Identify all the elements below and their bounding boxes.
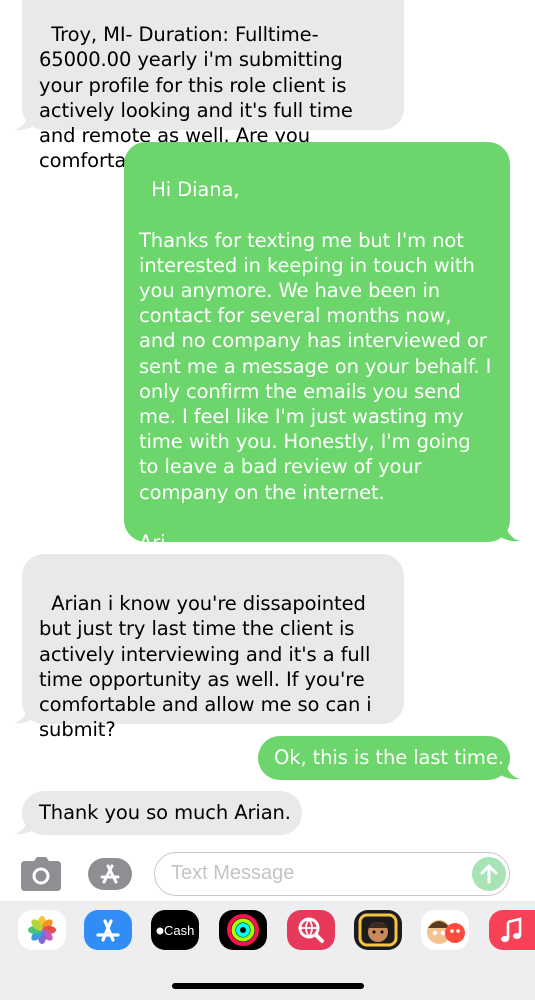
- message-bubble-incoming[interactable]: Arian i know you're dissapointed but jus…: [22, 554, 404, 741]
- music-note-icon: [501, 917, 522, 942]
- message-text: Hi Diana, Thanks for texting me but I'm …: [139, 178, 492, 555]
- message-bubble-outgoing[interactable]: Hi Diana, Thanks for texting me but I'm …: [124, 142, 510, 554]
- web-search-app-icon[interactable]: [287, 910, 335, 950]
- send-button[interactable]: [472, 857, 506, 891]
- arrow-up-icon: [480, 864, 498, 884]
- photos-app-icon[interactable]: [18, 910, 66, 950]
- apple-cash-app-icon[interactable]: Cash: [151, 910, 199, 950]
- home-indicator[interactable]: [172, 983, 364, 989]
- message-bubble-incoming[interactable]: Troy, MI- Duration: Fulltime- 65000.00 y…: [22, 0, 404, 172]
- app-store-icon[interactable]: [86, 857, 134, 891]
- bubble-tail: [498, 759, 520, 780]
- message-input[interactable]: Text Message: [154, 852, 510, 896]
- message-input-placeholder: Text Message: [171, 862, 295, 884]
- activity-app-icon[interactable]: [219, 910, 267, 950]
- memoji-app-icon[interactable]: [354, 910, 402, 950]
- message-text: Thank you so much Arian.: [39, 801, 291, 824]
- camera-icon[interactable]: [21, 857, 61, 891]
- message-text: Arian i know you're dissapointed but jus…: [39, 592, 378, 742]
- message-bubble-incoming[interactable]: Thank you so much Arian.: [22, 791, 302, 835]
- app-store-app-icon[interactable]: [84, 910, 132, 950]
- music-app-icon[interactable]: [489, 910, 535, 950]
- bubble-tail: [14, 110, 36, 131]
- memoji-stickers-app-icon[interactable]: [421, 910, 469, 950]
- bubble-tail: [14, 703, 36, 724]
- bubble-tail: [498, 521, 520, 542]
- message-bubble-outgoing[interactable]: Ok, this is the last time.: [258, 736, 510, 780]
- bubble-tail: [14, 814, 36, 835]
- message-text: Ok, this is the last time.: [274, 746, 504, 769]
- svg-text:Cash: Cash: [164, 923, 194, 938]
